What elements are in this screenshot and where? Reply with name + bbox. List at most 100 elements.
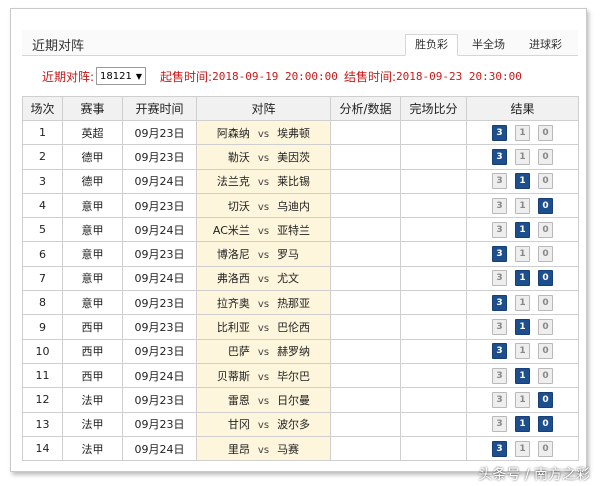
- row-final-score: [400, 168, 467, 194]
- vs-label: vs: [257, 298, 270, 310]
- result-button-1[interactable]: 1: [515, 197, 530, 214]
- result-buttons: 310: [467, 343, 578, 360]
- row-number: 3: [22, 168, 63, 194]
- row-result: 310: [466, 144, 579, 170]
- row-analysis: [330, 168, 401, 194]
- result-buttons: 310: [467, 294, 578, 311]
- result-button-1[interactable]: 1: [515, 367, 530, 384]
- row-date: 09月23日: [122, 290, 197, 316]
- table-row: 9 西甲 09月23日 比利亚 vs 巴伦西 3 1 0: [22, 314, 579, 340]
- away-team: 莱比锡: [277, 175, 311, 189]
- result-button-1[interactable]: 1: [515, 221, 530, 238]
- result-button-3[interactable]: 3: [492, 221, 507, 238]
- result-button-0[interactable]: 0: [538, 391, 553, 408]
- header-result: 结果: [466, 96, 579, 121]
- row-league: 德甲: [62, 168, 123, 194]
- tab-shengfucai[interactable]: 胜负彩: [405, 34, 458, 56]
- result-button-1[interactable]: 1: [515, 440, 530, 457]
- issue-select[interactable]: 18121 ▼: [96, 67, 147, 85]
- watermark: 头条号 / 南方之彩: [478, 467, 590, 483]
- result-button-0[interactable]: 0: [538, 319, 553, 336]
- row-match: 弗洛西 vs 尤文: [196, 265, 331, 292]
- result-button-0[interactable]: 0: [538, 270, 553, 287]
- result-buttons: 310: [467, 197, 578, 214]
- table-body: 1 英超 09月23日 阿森纳 vs 埃弗顿 3 1 0 2 德甲 09月23日 勒沃 vs 美因茨 3 1 0 3…: [22, 119, 579, 462]
- result-button-1[interactable]: 1: [515, 294, 530, 311]
- result-button-3[interactable]: 3: [492, 367, 507, 384]
- tab-jinqiucai[interactable]: 进球彩: [519, 34, 572, 56]
- row-result: 310: [466, 435, 579, 462]
- result-button-0[interactable]: 0: [538, 294, 553, 311]
- table-row: 10 西甲 09月23日 巴萨 vs 赫罗纳 3 1 0: [22, 338, 579, 364]
- vs-label: vs: [257, 274, 270, 286]
- result-button-1[interactable]: 1: [515, 391, 530, 408]
- result-button-1[interactable]: 1: [515, 343, 530, 360]
- table-header-row: 场次 赛事 开赛时间 对阵 分析/数据 完场比分 结果: [22, 96, 579, 121]
- row-result: 310: [466, 411, 579, 437]
- result-button-0[interactable]: 0: [538, 367, 553, 384]
- table-row: 1 英超 09月23日 阿森纳 vs 埃弗顿 3 1 0: [22, 119, 579, 146]
- row-number: 6: [22, 241, 63, 267]
- row-league: 西甲: [62, 338, 123, 364]
- result-button-3[interactable]: 3: [492, 148, 507, 165]
- row-match: 法兰克 vs 莱比锡: [196, 168, 331, 194]
- away-team: 亚特兰: [277, 223, 311, 237]
- result-button-1[interactable]: 1: [515, 270, 530, 287]
- result-button-0[interactable]: 0: [538, 197, 553, 214]
- result-button-0[interactable]: 0: [538, 416, 553, 433]
- vs-label: vs: [257, 250, 270, 262]
- result-button-0[interactable]: 0: [538, 173, 553, 190]
- result-buttons: 310: [467, 319, 578, 336]
- issue-select-value: 18121: [100, 70, 132, 82]
- row-final-score: [400, 144, 467, 170]
- result-button-3[interactable]: 3: [492, 391, 507, 408]
- result-button-3[interactable]: 3: [492, 343, 507, 360]
- result-button-1[interactable]: 1: [515, 416, 530, 433]
- result-button-1[interactable]: 1: [515, 319, 530, 336]
- result-button-0[interactable]: 0: [538, 246, 553, 263]
- table-row: 4 意甲 09月23日 切沃 vs 乌迪内 3 1 0: [22, 192, 579, 219]
- result-buttons: 310: [467, 367, 578, 384]
- result-button-0[interactable]: 0: [538, 124, 553, 141]
- result-button-1[interactable]: 1: [515, 148, 530, 165]
- result-button-1[interactable]: 1: [515, 173, 530, 190]
- row-date: 09月23日: [122, 314, 197, 340]
- result-button-0[interactable]: 0: [538, 221, 553, 238]
- tab-banquanchang[interactable]: 半全场: [462, 34, 515, 56]
- row-match: 阿森纳 vs 埃弗顿: [196, 119, 331, 146]
- tab-bar: 胜负彩 半全场 进球彩: [401, 34, 572, 56]
- row-number: 8: [22, 290, 63, 316]
- result-button-3[interactable]: 3: [492, 440, 507, 457]
- end-time-value: 2018-09-23 20:30:00: [395, 69, 522, 83]
- row-analysis: [330, 119, 401, 146]
- result-button-3[interactable]: 3: [492, 416, 507, 433]
- result-button-3[interactable]: 3: [492, 124, 507, 141]
- result-button-3[interactable]: 3: [492, 246, 507, 263]
- result-button-0[interactable]: 0: [538, 148, 553, 165]
- result-button-3[interactable]: 3: [492, 319, 507, 336]
- row-league: 西甲: [62, 314, 123, 340]
- vs-label: vs: [257, 371, 270, 383]
- result-button-3[interactable]: 3: [492, 294, 507, 311]
- result-button-1[interactable]: 1: [515, 124, 530, 141]
- row-date: 09月24日: [122, 435, 197, 462]
- away-team: 热那亚: [277, 296, 311, 310]
- table-row: 6 意甲 09月23日 博洛尼 vs 罗马 3 1 0: [22, 241, 579, 267]
- row-match: 切沃 vs 乌迪内: [196, 192, 331, 219]
- row-result: 310: [466, 241, 579, 267]
- vs-label: vs: [257, 177, 270, 189]
- result-button-0[interactable]: 0: [538, 440, 553, 457]
- row-result: 310: [466, 119, 579, 146]
- row-match: 博洛尼 vs 罗马: [196, 241, 331, 267]
- result-button-3[interactable]: 3: [492, 197, 507, 214]
- away-team: 埃弗顿: [277, 126, 311, 140]
- home-team: 法兰克: [216, 175, 250, 189]
- result-button-1[interactable]: 1: [515, 246, 530, 263]
- row-league: 意甲: [62, 290, 123, 316]
- row-match: 雷恩 vs 日尔曼: [196, 387, 331, 413]
- row-result: 310: [466, 314, 579, 340]
- row-result: 310: [466, 192, 579, 219]
- result-button-0[interactable]: 0: [538, 343, 553, 360]
- result-button-3[interactable]: 3: [492, 270, 507, 287]
- result-button-3[interactable]: 3: [492, 173, 507, 190]
